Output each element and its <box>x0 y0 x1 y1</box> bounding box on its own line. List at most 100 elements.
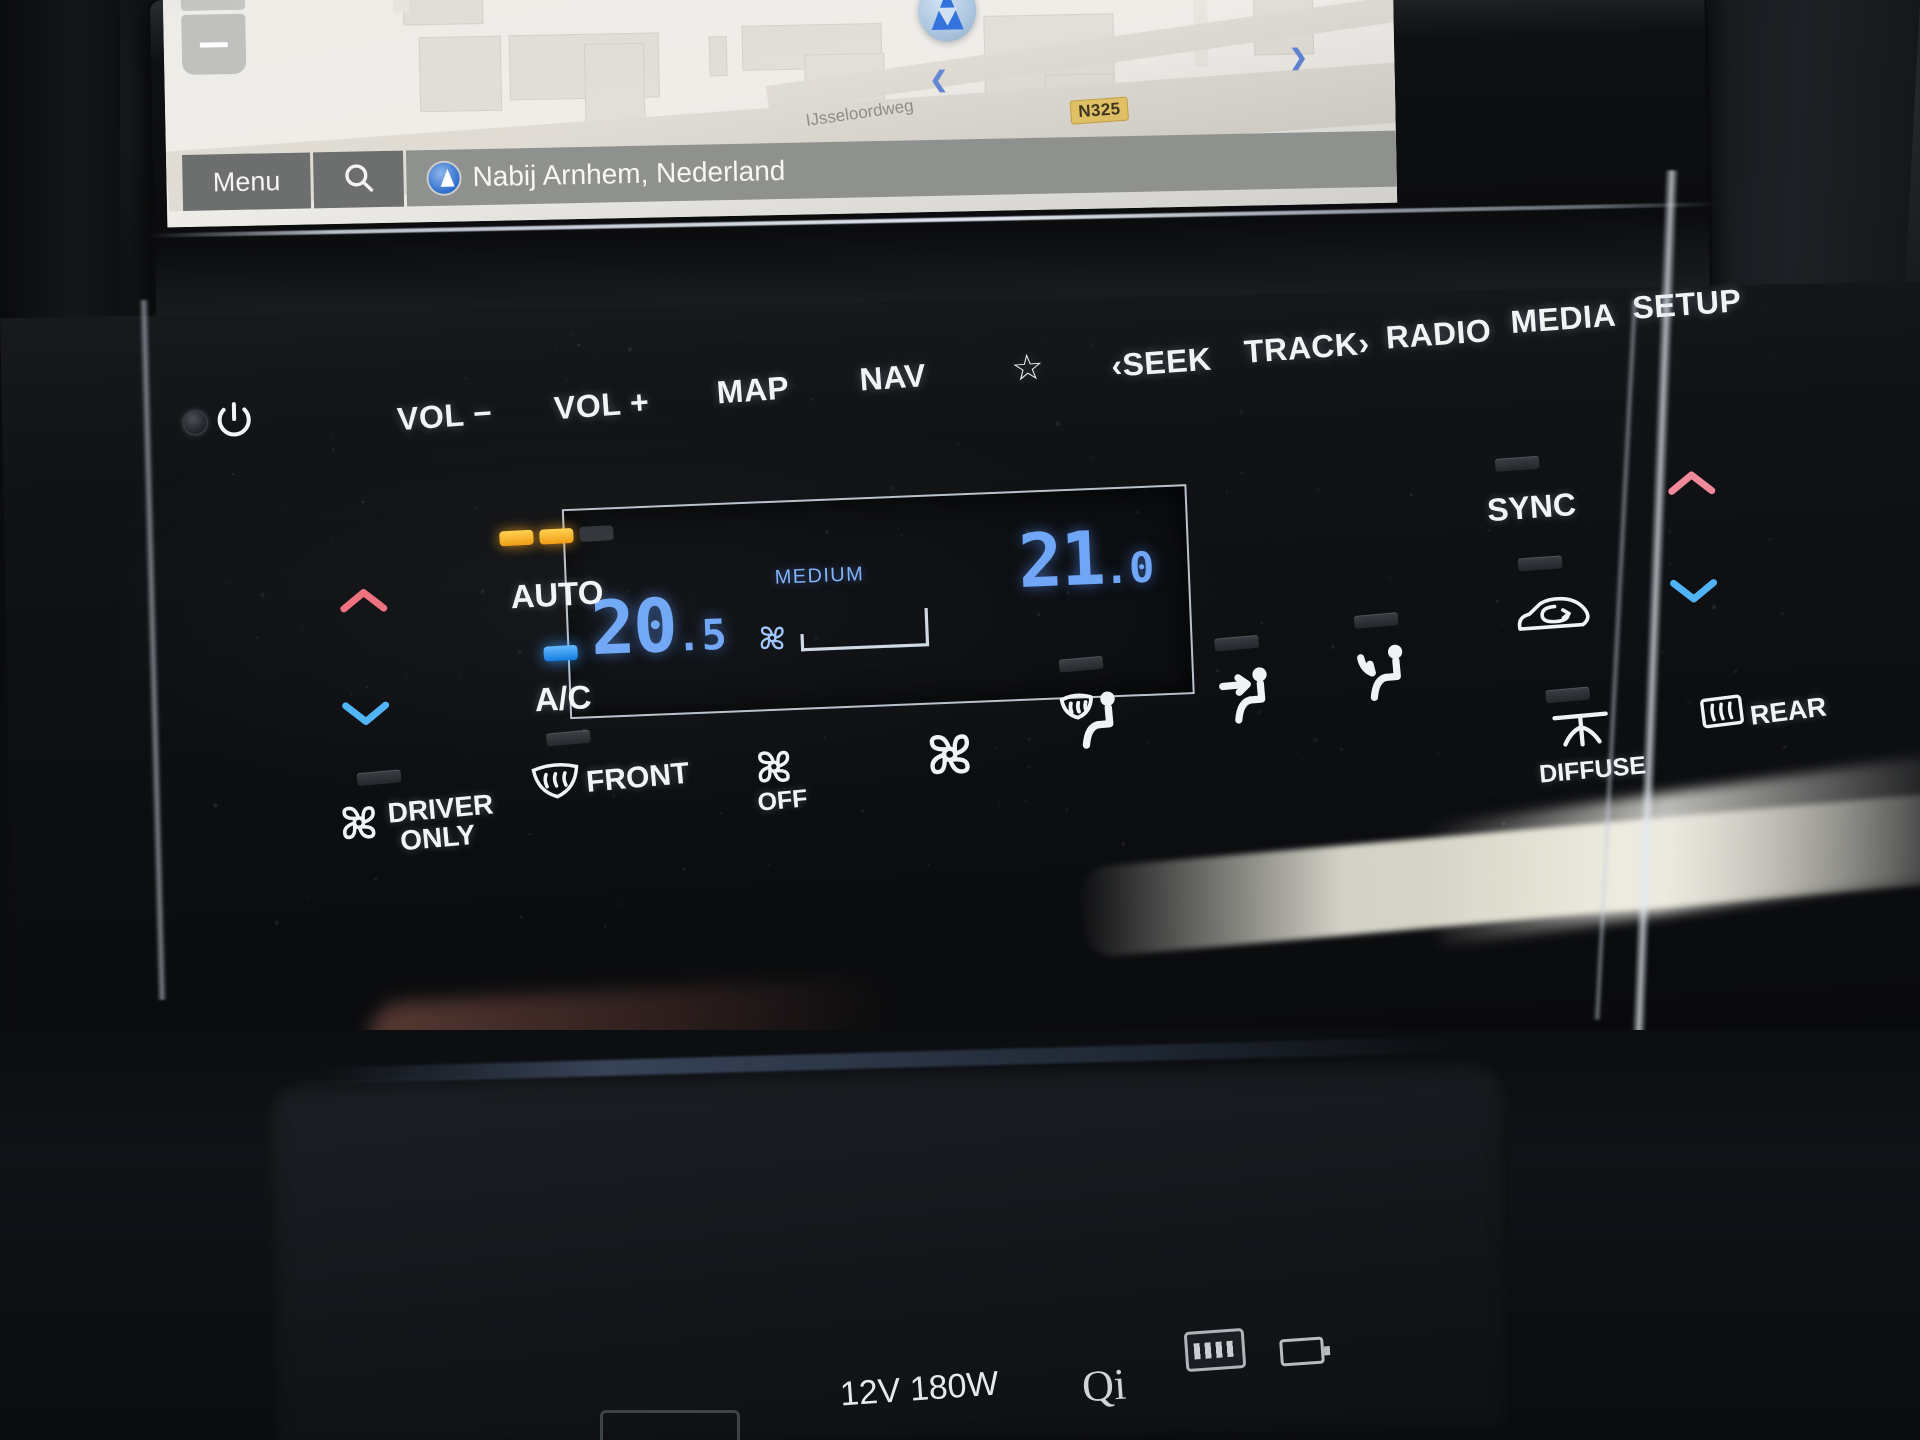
rear-defrost-label: REAR <box>1748 691 1829 731</box>
search-icon <box>341 160 376 200</box>
dust-speck <box>603 925 608 929</box>
dust-speck <box>1733 668 1738 674</box>
dust-speck <box>256 809 259 811</box>
dust-speck <box>1495 599 1499 604</box>
map-button[interactable]: MAP <box>715 369 790 411</box>
front-defrost-label: FRONT <box>584 756 691 799</box>
dust-speck <box>682 866 687 871</box>
dust-speck <box>857 858 860 861</box>
dust-speck <box>285 508 287 510</box>
driver-temp-down-button[interactable] <box>338 696 395 731</box>
dust-speck <box>1436 752 1440 756</box>
auto-label: AUTO <box>509 573 605 616</box>
power-icon <box>211 398 258 445</box>
search-button[interactable] <box>312 150 405 209</box>
menu-button[interactable]: Menu <box>182 152 312 212</box>
mode-defrost-face-icon <box>1057 686 1134 754</box>
dust-speck <box>1409 493 1414 497</box>
dust-speck <box>1331 644 1336 649</box>
dust-speck <box>173 550 176 553</box>
console-slot <box>600 1410 740 1440</box>
qi-wireless-charging-icon: Qi <box>1080 1359 1128 1412</box>
dust-speck <box>1500 622 1504 626</box>
dust-speck <box>822 735 827 740</box>
ac-indicator <box>543 644 579 662</box>
sync-label: SYNC <box>1485 485 1578 529</box>
dust-speck <box>1091 456 1095 459</box>
dust-speck <box>350 693 353 696</box>
chevron-down-icon <box>1666 579 1722 612</box>
dust-speck <box>1240 471 1244 476</box>
radio-button[interactable]: RADIO <box>1385 312 1493 356</box>
fan-level-label: MEDIUM <box>774 563 865 589</box>
dust-speck <box>1577 702 1580 705</box>
driver-temp-frac: .5 <box>675 609 728 661</box>
auto-indicator-3 <box>579 525 614 542</box>
dust-speck <box>214 803 218 808</box>
map-zoom-controls[interactable]: Auto 50 m <box>178 0 247 75</box>
climate-lcd-display: 20.5 MEDIUM 21.0 <box>561 484 1195 720</box>
usb-port-icon[interactable] <box>1183 1327 1247 1373</box>
media-button[interactable]: MEDIA <box>1509 297 1617 341</box>
recirculation-indicator <box>1517 555 1563 572</box>
seek-button[interactable]: ‹SEEK <box>1110 341 1213 385</box>
dust-speck <box>171 804 174 807</box>
dust-speck <box>1225 491 1228 494</box>
dust-speck <box>519 915 523 919</box>
map-scale-indicator[interactable]: Auto 50 m <box>179 0 246 12</box>
power-button[interactable] <box>211 398 258 445</box>
dust-speck <box>1251 728 1254 730</box>
favorite-star-button[interactable]: ☆ <box>1010 346 1046 390</box>
fan-blower-icon <box>749 742 799 792</box>
dust-speck <box>506 885 508 887</box>
passenger-temperature: 21.0 <box>1017 514 1156 605</box>
dust-speck <box>995 746 999 750</box>
driver-only-label-line2: ONLY <box>398 818 477 857</box>
dust-speck <box>1064 808 1069 813</box>
dust-speck <box>1667 529 1672 534</box>
dust-speck <box>1445 474 1447 476</box>
passenger-temp-frac: .0 <box>1102 542 1156 594</box>
diffuse-vent-icon <box>1549 707 1614 752</box>
dust-speck <box>1668 562 1672 566</box>
dust-speck <box>1023 798 1028 802</box>
vol-up-button[interactable]: VOL + <box>553 384 651 428</box>
front-defrost-indicator <box>545 729 591 747</box>
driver-temp-up-button[interactable] <box>335 583 392 618</box>
dust-speck <box>404 675 408 679</box>
dust-speck <box>474 505 478 510</box>
zoom-out-button[interactable] <box>181 13 247 75</box>
dust-speck <box>998 801 1002 805</box>
display-screen[interactable]: ⚡ ⚡ ⚡ ⚡ ❯ ❯ ❮ <box>161 0 1398 228</box>
dust-speck <box>838 791 840 793</box>
dust-speck <box>1489 791 1493 794</box>
auto-indicator-2 <box>539 527 574 545</box>
dust-speck <box>1296 751 1300 755</box>
dust-speck <box>305 896 309 900</box>
dust-speck <box>617 903 620 906</box>
setup-button[interactable]: SETUP <box>1631 282 1743 327</box>
ac-label: A/C <box>533 678 593 719</box>
mode-face-floor-icon <box>1353 641 1424 705</box>
dust-speck <box>1741 747 1744 749</box>
dust-speck <box>1580 487 1584 491</box>
dust-speck <box>927 863 930 866</box>
driver-temperature: 20.5 <box>589 581 728 672</box>
infotainment-display[interactable]: ⚡ ⚡ ⚡ ⚡ ❯ ❯ ❮ <box>146 0 1718 328</box>
dust-speck <box>480 589 485 594</box>
vol-down-button[interactable]: VOL − <box>396 395 494 439</box>
dust-speck <box>517 649 522 654</box>
dust-speck <box>274 920 279 925</box>
passenger-temp-down-button[interactable] <box>1665 573 1722 608</box>
fan-blower-icon <box>333 797 385 849</box>
nav-button[interactable]: NAV <box>858 357 927 399</box>
dust-speck <box>956 442 960 445</box>
dust-speck <box>260 592 265 598</box>
dust-speck <box>1782 745 1788 750</box>
chevron-up-icon <box>336 589 392 622</box>
front-defrost-icon <box>527 758 585 807</box>
passenger-temp-up-button[interactable] <box>1663 465 1720 500</box>
dust-speck <box>696 823 698 825</box>
track-button[interactable]: TRACK› <box>1243 325 1371 371</box>
dust-speck <box>891 486 895 490</box>
